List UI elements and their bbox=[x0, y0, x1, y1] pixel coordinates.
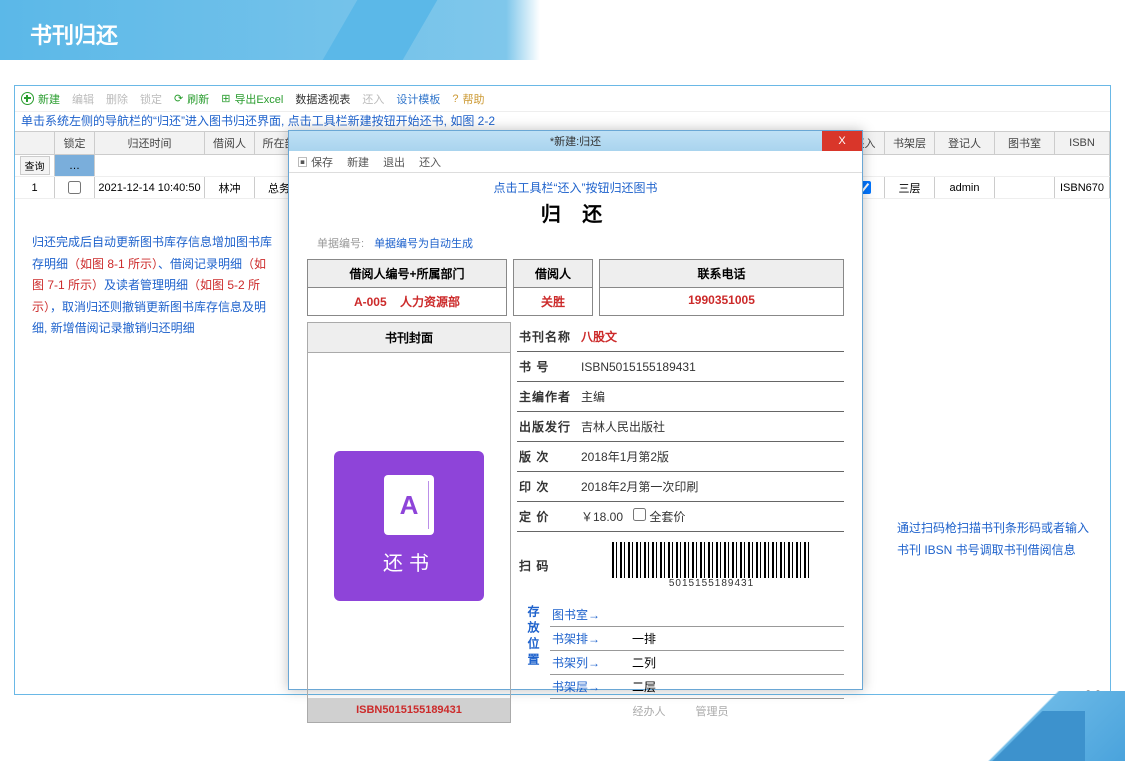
search-button[interactable]: 查询 bbox=[20, 156, 50, 175]
book-publisher: 吉林人民出版社 bbox=[581, 418, 842, 435]
location-panel: 存放位置 图书室→ 书架排→一排 书架列→二列 书架层→二层 bbox=[517, 603, 844, 699]
book-author: 主编 bbox=[581, 388, 842, 405]
modal-new-button[interactable]: 新建 bbox=[347, 154, 369, 170]
col-floor[interactable]: 书架层 bbox=[885, 132, 935, 154]
book-detail-panel: 书刊名称八股文 书 号ISBN5015155189431 主编作者主编 出版发行… bbox=[517, 322, 844, 723]
col-registrar[interactable]: 登记人 bbox=[935, 132, 995, 154]
col-lock[interactable]: 锁定 bbox=[55, 132, 95, 154]
new-button[interactable]: 新建 bbox=[21, 91, 60, 107]
delete-button[interactable]: 删除 bbox=[106, 91, 128, 107]
col-time[interactable]: 归还时间 bbox=[95, 132, 205, 154]
borrower-row: 借阅人编号+所属部门A-005 人力资源部 借阅人关胜 联系电话19903510… bbox=[307, 259, 844, 316]
book-price: ￥18.00 全套价 bbox=[581, 508, 842, 525]
refresh-button[interactable]: ⟳ 刷新 bbox=[174, 91, 209, 107]
left-annotation: 归还完成后自动更新图书库存信息增加图书库存明细（如图 8-1 所示）、借阅记录明… bbox=[28, 224, 278, 348]
template-button[interactable]: 设计模板 bbox=[396, 91, 440, 107]
close-icon[interactable]: X bbox=[822, 131, 862, 151]
plus-icon bbox=[21, 92, 34, 105]
fullset-checkbox[interactable] bbox=[633, 508, 646, 521]
operator-row: 经办人管理员 bbox=[517, 699, 844, 723]
book-no: ISBN5015155189431 bbox=[581, 360, 842, 374]
book-edition: 2018年1月第2版 bbox=[581, 448, 842, 465]
book-print: 2018年2月第一次印刷 bbox=[581, 478, 842, 495]
help-button[interactable]: ? 帮助 bbox=[452, 91, 484, 107]
barcode: 5015155189431 bbox=[581, 538, 842, 593]
book-cover-panel: 书刊封面 A 还书 ISBN5015155189431 bbox=[307, 322, 511, 723]
book-name: 八股文 bbox=[581, 328, 842, 345]
modal-titlebar[interactable]: *新建:归还 X bbox=[289, 131, 862, 151]
return-book-card: A 还书 bbox=[334, 451, 484, 601]
modal-save-button[interactable]: ▣ 保存 bbox=[297, 154, 333, 170]
book-icon: A bbox=[384, 475, 434, 535]
modal-hint: 点击工具栏“还入”按钮归还图书 bbox=[307, 179, 844, 196]
pivot-button[interactable]: 数据透视表 bbox=[295, 91, 350, 107]
page-title: 书刊归还 bbox=[0, 0, 1125, 50]
lock-button[interactable]: 锁定 bbox=[140, 91, 162, 107]
barcode-icon bbox=[612, 542, 812, 578]
form-title: 归 还 bbox=[307, 198, 844, 227]
instruction-text: 单击系统左侧的导航栏的“归还”进入图书归还界面, 点击工具栏新建按钮开始还书, … bbox=[15, 112, 1110, 131]
isbn-footer: ISBN5015155189431 bbox=[308, 698, 510, 722]
return-modal: *新建:归还 X ▣ 保存 新建 退出 还入 点击工具栏“还入”按钮归还图书 归… bbox=[288, 130, 863, 690]
header-banner: 书刊归还 bbox=[0, 0, 1125, 60]
col-borrower[interactable]: 借阅人 bbox=[205, 132, 255, 154]
modal-toolbar: ▣ 保存 新建 退出 还入 bbox=[289, 151, 862, 173]
right-annotation: 通过扫码枪扫描书刊条形码或者输入书刊 IBSN 书号调取书刊借阅信息 bbox=[893, 510, 1103, 569]
modal-exit-button[interactable]: 退出 bbox=[383, 154, 405, 170]
export-button[interactable]: ⊞ 导出Excel bbox=[221, 91, 283, 107]
corner-decoration bbox=[945, 691, 1125, 761]
modal-title-text: *新建:归还 bbox=[550, 133, 601, 149]
row-lock-checkbox[interactable] bbox=[68, 181, 81, 194]
col-isbn[interactable]: ISBN bbox=[1055, 132, 1110, 154]
doc-number: 单据编号:单据编号为自动生成 bbox=[307, 235, 844, 251]
modal-checkin-button[interactable]: 还入 bbox=[419, 154, 441, 170]
col-room[interactable]: 图书室 bbox=[995, 132, 1055, 154]
checkin-button[interactable]: 还入 bbox=[362, 91, 384, 107]
main-toolbar: 新建 编辑 删除 锁定 ⟳ 刷新 ⊞ 导出Excel 数据透视表 还入 设计模板… bbox=[15, 86, 1110, 112]
edit-button[interactable]: 编辑 bbox=[72, 91, 94, 107]
